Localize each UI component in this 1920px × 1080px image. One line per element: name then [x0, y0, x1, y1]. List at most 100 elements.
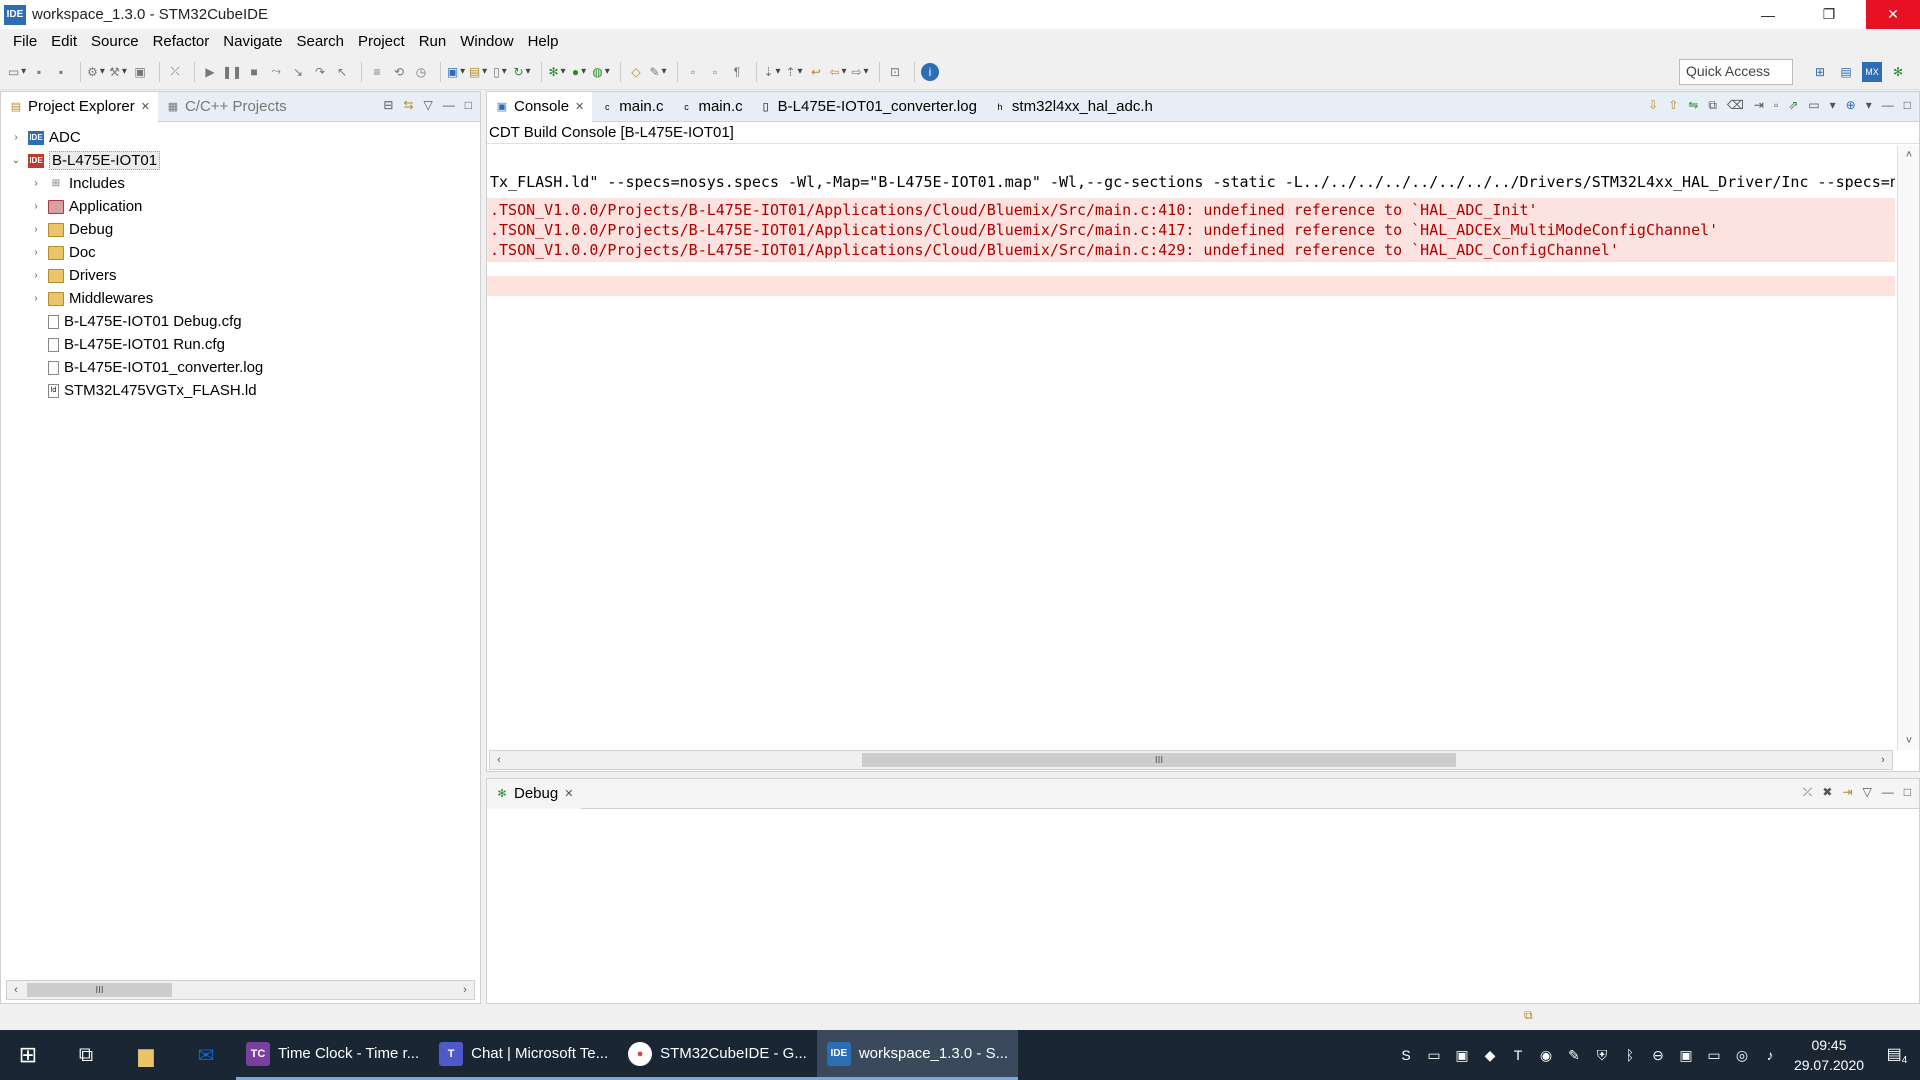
pin-console-icon[interactable]: ▫ [1774, 98, 1778, 113]
tree-node-b-l475e-iot01[interactable]: ⌄ IDE B-L475E-IOT01 [1, 149, 480, 172]
link-console-icon[interactable]: ⇋ [1688, 98, 1698, 113]
forward-icon[interactable]: ⇨ [851, 63, 869, 81]
open-perspective-icon[interactable]: ⊞ [1810, 62, 1830, 82]
view-menu-icon[interactable]: ▾ [1866, 98, 1872, 113]
task-view-icon[interactable]: ⧉ [56, 1030, 116, 1080]
menu-navigate[interactable]: Navigate [216, 33, 289, 50]
background-tasks-icon[interactable]: ⧉ [1524, 1008, 1533, 1023]
expand-icon[interactable]: › [29, 224, 43, 235]
view-menu-icon[interactable]: ▽ [424, 98, 433, 112]
collapse-all-icon[interactable]: ⊟ [383, 98, 393, 112]
expand-icon[interactable]: › [29, 270, 43, 281]
menu-search[interactable]: Search [289, 33, 351, 50]
scroll-lock-icon[interactable]: ⇥ [1754, 98, 1764, 113]
scroll-left-icon[interactable]: ‹ [7, 981, 25, 999]
menu-project[interactable]: Project [351, 33, 412, 50]
tree-node-debug[interactable]: › Debug [1, 218, 480, 241]
tab-project-explorer[interactable]: ▤ Project Explorer ✕ [1, 91, 158, 122]
view-menu-icon[interactable]: ▾ [1830, 98, 1836, 113]
build-config-icon[interactable]: ⚙ [87, 63, 105, 81]
maximize-panel-icon[interactable]: □ [465, 98, 472, 112]
scroll-up-icon[interactable]: ˄ [1898, 146, 1920, 164]
taskbar-app-teams[interactable]: T Chat | Microsoft Te... [429, 1030, 619, 1080]
tab-hal-adc-h[interactable]: h stm32l4xx_hal_adc.h [985, 92, 1161, 122]
menu-run[interactable]: Run [412, 33, 454, 50]
tab-cpp-projects[interactable]: ▦ C/C++ Projects [158, 92, 295, 122]
expand-icon[interactable]: › [29, 201, 43, 212]
menu-help[interactable]: Help [521, 33, 566, 50]
tab-debug[interactable]: ✻ Debug ✕ [487, 778, 582, 809]
file-explorer-icon[interactable]: ▆ [116, 1030, 176, 1080]
tree-node-run-cfg[interactable]: B-L475E-IOT01 Run.cfg [1, 333, 480, 356]
tab-main-c-2[interactable]: c main.c [671, 92, 750, 122]
maximize-panel-icon[interactable]: □ [1904, 98, 1911, 113]
step-into-icon[interactable]: ↘ [289, 63, 307, 81]
expand-icon[interactable]: › [29, 178, 43, 189]
language-icon[interactable]: ◎ [1728, 1047, 1756, 1064]
teams-tray-icon[interactable]: T [1504, 1047, 1532, 1063]
vpn-icon[interactable]: ◉ [1532, 1047, 1560, 1064]
resume-icon[interactable]: ▶ [201, 63, 219, 81]
step-filter-icon[interactable]: ⇥ [1842, 785, 1852, 800]
scroll-down-icon[interactable]: ˅ [1898, 732, 1920, 750]
new-project-icon[interactable]: ▣ [447, 63, 465, 81]
console-vertical-scrollbar[interactable]: ˄ ˅ [1897, 146, 1919, 750]
toggle-mark-icon[interactable]: ▫ [684, 63, 702, 81]
explorer-horizontal-scrollbar[interactable]: ‹ III › [6, 980, 475, 1000]
scroll-thumb[interactable]: III [862, 753, 1456, 767]
tree-node-includes[interactable]: › ⊞ Includes [1, 172, 480, 195]
minimize-panel-icon[interactable]: — [1882, 785, 1894, 800]
save-icon[interactable]: ▪ [30, 63, 48, 81]
debug-icon[interactable]: ✻ [548, 63, 566, 81]
suspend-icon[interactable]: ❚❚ [222, 63, 242, 81]
taskbar-app-chrome[interactable]: ● STM32CubeIDE - G... [618, 1030, 817, 1080]
tab-console[interactable]: ▣ Console ✕ [487, 91, 593, 122]
prev-annotation-icon[interactable]: ⇡ [785, 63, 803, 81]
link-editor-icon[interactable]: ⇆ [403, 98, 413, 112]
copy-build-log-icon[interactable]: ⧉ [1708, 98, 1717, 113]
expand-icon[interactable]: › [29, 247, 43, 258]
new-file-icon[interactable]: ▯ [491, 63, 509, 81]
menu-file[interactable]: File [6, 33, 44, 50]
prev-error-icon[interactable]: ⇧ [1668, 98, 1678, 113]
tree-node-middlewares[interactable]: › Middlewares [1, 287, 480, 310]
battery-icon[interactable]: ▭ [1700, 1047, 1728, 1064]
monitor-icon[interactable]: ▭ [1420, 1047, 1448, 1064]
info-icon[interactable]: i [921, 62, 939, 81]
tree-node-converter-log[interactable]: B-L475E-IOT01_converter.log [1, 356, 480, 379]
close-tab-icon[interactable]: ✕ [141, 100, 150, 113]
reset-icon[interactable]: ⟲ [390, 63, 408, 81]
menu-edit[interactable]: Edit [44, 33, 84, 50]
scroll-left-icon[interactable]: ‹ [490, 751, 508, 769]
tree-node-doc[interactable]: › Doc [1, 241, 480, 264]
clock-icon[interactable]: ◷ [412, 63, 430, 81]
expand-icon[interactable]: › [29, 293, 43, 304]
run-icon[interactable]: ● [570, 63, 588, 81]
new-console-icon[interactable]: ⊕ [1846, 98, 1856, 113]
tab-main-c-1[interactable]: c main.c [592, 92, 671, 122]
block-selection-icon[interactable]: ▫ [706, 63, 724, 81]
dropbox-icon[interactable]: ◆ [1476, 1047, 1504, 1064]
external-tools-icon[interactable]: ◍ [592, 63, 610, 81]
pin-editor-icon[interactable]: ⊡ [886, 63, 904, 81]
save-all-icon[interactable]: ▪ [52, 63, 70, 81]
step-return-icon[interactable]: ↖ [333, 63, 351, 81]
scroll-thumb[interactable]: III [27, 983, 172, 997]
disconnect-icon[interactable]: ⤳ [267, 63, 285, 81]
collapse-icon[interactable]: ⌄ [9, 155, 23, 166]
last-edit-icon[interactable]: ↩ [807, 63, 825, 81]
console-horizontal-scrollbar[interactable]: ‹ III › [489, 750, 1893, 770]
tree-node-adc[interactable]: › IDE ADC [1, 126, 480, 149]
remove-launch-icon[interactable]: ⤫ [1803, 785, 1813, 800]
close-button[interactable]: ✕ [1866, 0, 1920, 29]
clock[interactable]: 09:45 29.07.2020 [1784, 1035, 1874, 1075]
open-type-icon[interactable]: ◇ [627, 63, 645, 81]
bluetooth-icon[interactable]: ᛒ [1616, 1047, 1644, 1063]
taskbar-app-stm32cubeide[interactable]: IDE workspace_1.3.0 - S... [816, 1030, 1019, 1080]
console-output[interactable]: Tx_FLASH.ld" --specs=nosys.specs -Wl,-Ma… [487, 146, 1895, 750]
next-annotation-icon[interactable]: ⇣ [763, 63, 781, 81]
refresh-icon[interactable]: ↻ [513, 63, 531, 81]
remove-all-terminated-icon[interactable]: ✖ [1822, 785, 1832, 800]
menu-window[interactable]: Window [453, 33, 520, 50]
outlook-icon[interactable]: ✉ [176, 1030, 236, 1080]
